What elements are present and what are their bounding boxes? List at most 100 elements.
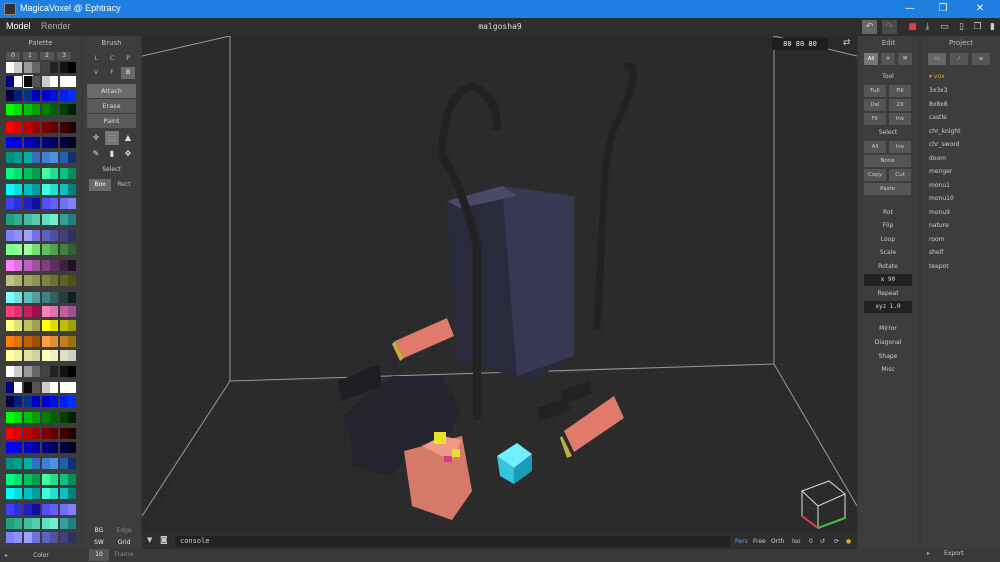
palette-index-1[interactable]: 1 bbox=[23, 52, 37, 60]
palette-swatch[interactable] bbox=[14, 230, 22, 241]
project-file-item[interactable]: monu10 bbox=[929, 195, 954, 202]
model-dimensions[interactable]: 80 80 80 bbox=[772, 38, 828, 50]
palette-swatch[interactable] bbox=[6, 184, 14, 195]
palette-swatch[interactable] bbox=[14, 532, 22, 543]
palette-swatch[interactable] bbox=[24, 488, 32, 499]
palette-swatch[interactable] bbox=[32, 137, 40, 148]
palette-swatch[interactable] bbox=[68, 260, 76, 271]
palette-swatch[interactable] bbox=[50, 474, 58, 485]
palette-swatch[interactable] bbox=[42, 184, 50, 195]
select-inv-button[interactable]: Inv bbox=[889, 141, 911, 153]
brush-p-button[interactable]: P bbox=[121, 53, 135, 65]
palette-swatch[interactable] bbox=[24, 336, 32, 347]
palette-swatch[interactable] bbox=[42, 504, 50, 515]
palette-swatch[interactable] bbox=[50, 458, 58, 469]
palette-swatch[interactable] bbox=[68, 518, 76, 529]
palette-swatch[interactable] bbox=[68, 122, 76, 133]
minimize-button[interactable]: — bbox=[895, 1, 925, 17]
palette-swatch[interactable] bbox=[42, 382, 50, 393]
palette-swatch[interactable] bbox=[50, 518, 58, 529]
save-icon[interactable]: ■ bbox=[905, 20, 920, 34]
palette-swatch[interactable] bbox=[32, 458, 40, 469]
palette-swatch[interactable] bbox=[24, 474, 32, 485]
palette-swatch[interactable] bbox=[50, 336, 58, 347]
edge-toggle[interactable]: Edge bbox=[112, 525, 136, 537]
palette-swatch[interactable] bbox=[68, 366, 76, 377]
palette-swatch[interactable] bbox=[60, 518, 68, 529]
palette-swatch[interactable] bbox=[60, 90, 68, 101]
tab-model[interactable]: Model bbox=[6, 21, 31, 31]
palette-swatch[interactable] bbox=[42, 412, 50, 423]
palette-swatch[interactable] bbox=[6, 396, 14, 407]
project-file-item[interactable]: monu9 bbox=[929, 209, 950, 216]
grid-toggle[interactable]: Grid bbox=[112, 537, 136, 549]
palette-swatch[interactable] bbox=[14, 104, 22, 115]
palette-swatch[interactable] bbox=[6, 244, 14, 255]
palette-swatch[interactable] bbox=[24, 292, 32, 303]
palette-swatch[interactable] bbox=[42, 198, 50, 209]
brush-l-button[interactable]: L bbox=[89, 53, 103, 65]
palette-swatch[interactable] bbox=[24, 458, 32, 469]
console-toggle-icon[interactable]: ▼ bbox=[147, 536, 152, 544]
palette-swatch[interactable] bbox=[60, 275, 68, 286]
palette-swatch[interactable] bbox=[32, 260, 40, 271]
palette-swatch[interactable] bbox=[60, 184, 68, 195]
palette-swatch[interactable] bbox=[42, 292, 50, 303]
palette-swatch[interactable] bbox=[24, 198, 32, 209]
palette-swatch[interactable] bbox=[42, 488, 50, 499]
palette-swatch[interactable] bbox=[14, 260, 22, 271]
diagonal-button[interactable]: Diagonal bbox=[864, 339, 912, 346]
palette-swatch[interactable] bbox=[42, 168, 50, 179]
palette-swatch[interactable] bbox=[24, 214, 32, 225]
palette-swatch[interactable] bbox=[24, 428, 32, 439]
palette-swatch[interactable] bbox=[32, 292, 40, 303]
palette-swatch[interactable] bbox=[32, 152, 40, 163]
attach-button[interactable]: Attach bbox=[87, 84, 136, 98]
palette-swatch[interactable] bbox=[6, 442, 14, 453]
sun-icon[interactable]: ● bbox=[846, 538, 851, 545]
palette-swatch[interactable] bbox=[32, 76, 40, 87]
palette-swatch[interactable] bbox=[68, 198, 76, 209]
palette-swatch[interactable] bbox=[24, 122, 32, 133]
palette-swatch[interactable] bbox=[60, 230, 68, 241]
close-button[interactable]: ✕ bbox=[965, 1, 995, 17]
palette-swatch[interactable] bbox=[60, 214, 68, 225]
palette-swatch[interactable] bbox=[24, 532, 32, 543]
project-file-item[interactable]: monu1 bbox=[929, 182, 950, 189]
palette-swatch[interactable] bbox=[60, 168, 68, 179]
palette-swatch[interactable] bbox=[60, 350, 68, 361]
expand-arrow-icon[interactable]: ▸ bbox=[5, 552, 8, 559]
project-file-item[interactable]: menger bbox=[929, 168, 952, 175]
palette-swatch[interactable] bbox=[14, 214, 22, 225]
palette-swatch[interactable] bbox=[68, 442, 76, 453]
palette-swatch[interactable] bbox=[14, 382, 22, 393]
scale-button[interactable]: Scale bbox=[864, 249, 912, 256]
full-button[interactable]: Full bbox=[864, 85, 886, 97]
palette-swatch[interactable] bbox=[24, 306, 32, 317]
palette-swatch[interactable] bbox=[50, 152, 58, 163]
palette-swatch[interactable] bbox=[14, 62, 22, 73]
palette-swatch[interactable] bbox=[42, 152, 50, 163]
palette-swatch[interactable] bbox=[6, 260, 14, 271]
palette-swatch[interactable] bbox=[14, 396, 22, 407]
palette-swatch[interactable] bbox=[6, 76, 14, 87]
palette-swatch[interactable] bbox=[68, 474, 76, 485]
palette-swatch[interactable] bbox=[60, 532, 68, 543]
project-folder-icon[interactable]: ▭ bbox=[928, 53, 946, 65]
palette-swatch[interactable] bbox=[14, 518, 22, 529]
palette-swatch[interactable] bbox=[32, 62, 40, 73]
palette-swatch[interactable] bbox=[68, 62, 76, 73]
palette-swatch[interactable] bbox=[60, 244, 68, 255]
palette-swatch[interactable] bbox=[60, 104, 68, 115]
palette-swatch[interactable] bbox=[32, 230, 40, 241]
view-iso-button[interactable]: Iso bbox=[792, 538, 801, 545]
palette-swatch[interactable] bbox=[60, 260, 68, 271]
palette-swatch[interactable] bbox=[68, 152, 76, 163]
pan-icon[interactable]: ✥ bbox=[121, 147, 135, 161]
palette-index-3[interactable]: 3 bbox=[57, 52, 71, 60]
palette-swatch[interactable] bbox=[50, 214, 58, 225]
palette-swatch[interactable] bbox=[32, 428, 40, 439]
palette-swatch[interactable] bbox=[68, 230, 76, 241]
flip-button[interactable]: Flip bbox=[864, 222, 912, 229]
palette-swatch[interactable] bbox=[6, 382, 14, 393]
